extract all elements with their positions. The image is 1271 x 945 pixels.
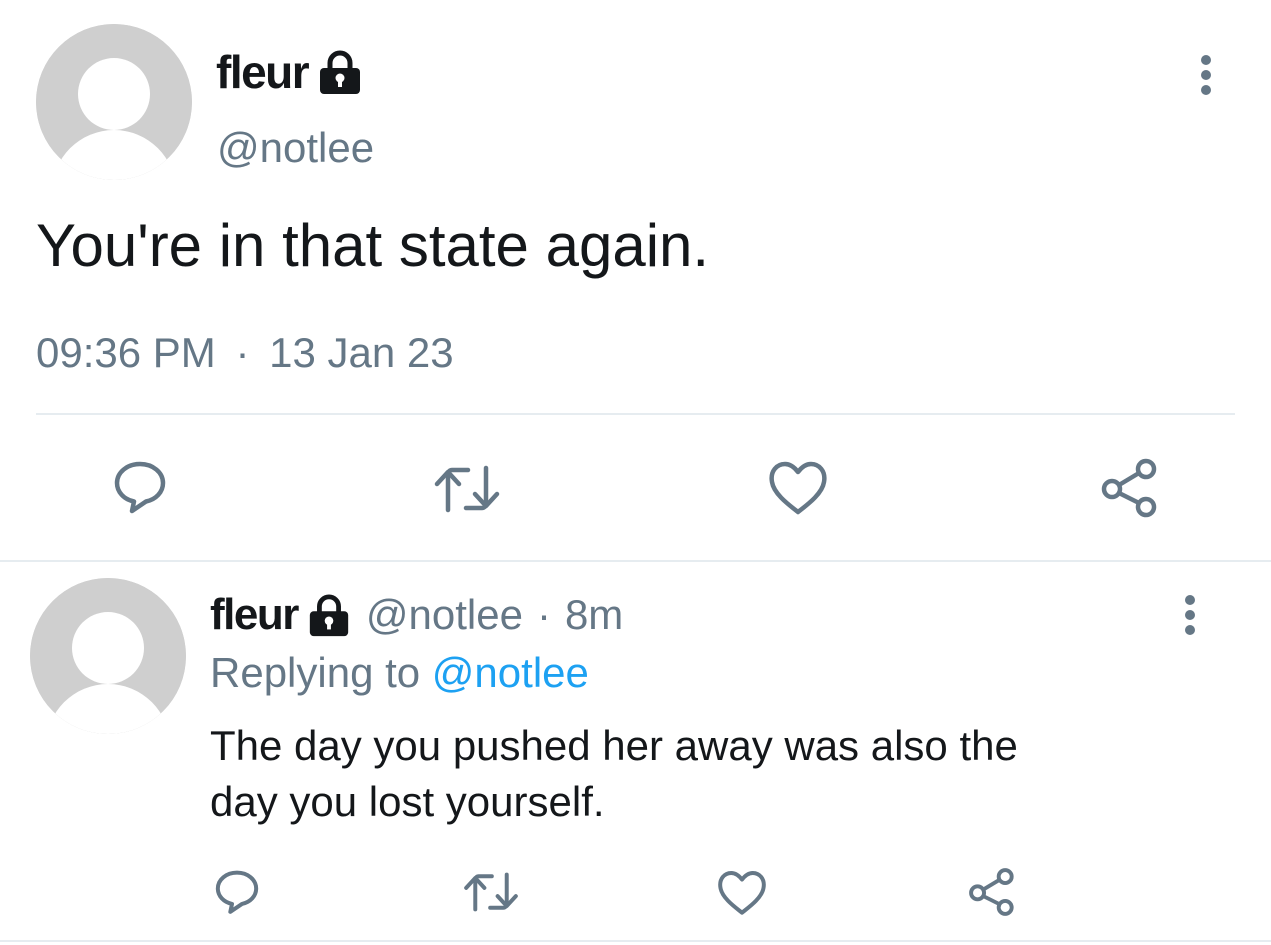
tweet-separator — [0, 560, 1271, 562]
reply-share-icon[interactable] — [966, 866, 1020, 918]
main-avatar[interactable] — [36, 24, 192, 180]
replying-to-handle[interactable]: @notlee — [432, 649, 589, 696]
main-time: 09:36 PM — [36, 329, 216, 376]
main-timestamp[interactable]: 09:36 PM · 13 Jan 23 — [36, 326, 454, 380]
reply-age: 8m — [564, 591, 624, 638]
main-share-icon[interactable] — [1098, 456, 1164, 520]
lock-icon — [316, 49, 364, 97]
reply-text-line2: day you lost yourself. — [210, 778, 605, 825]
bottom-divider — [0, 940, 1271, 942]
main-tweet-text: You're in that state again. — [36, 212, 710, 279]
main-author: fleur — [216, 42, 364, 102]
main-retweet-icon[interactable] — [432, 460, 502, 518]
main-reply-icon[interactable] — [110, 456, 170, 516]
reply-header: fleur @notlee · 8m — [210, 586, 623, 644]
reply-dot: · — [536, 591, 551, 638]
replying-to: Replying to @notlee — [210, 646, 589, 700]
more-vert-icon[interactable] — [1174, 592, 1206, 638]
more-vert-icon[interactable] — [1190, 52, 1222, 98]
main-time-separator: · — [235, 329, 250, 376]
avatar-placeholder-icon — [30, 578, 186, 734]
main-like-icon[interactable] — [766, 458, 830, 516]
reply-reply-icon[interactable] — [212, 866, 262, 916]
reply-text-line1: The day you pushed her away was also the — [210, 722, 1018, 769]
reply-like-icon[interactable] — [715, 868, 769, 916]
main-divider — [36, 413, 1235, 415]
main-handle[interactable]: @notlee — [217, 122, 374, 174]
reply-retweet-icon[interactable] — [462, 868, 520, 916]
main-display-name[interactable]: fleur — [216, 45, 310, 99]
reply-display-name[interactable]: fleur — [210, 590, 299, 640]
avatar-placeholder-icon — [36, 24, 192, 180]
reply-text: The day you pushed her away was also the… — [210, 718, 1018, 830]
replying-to-prefix: Replying to — [210, 649, 421, 696]
reply-avatar[interactable] — [30, 578, 186, 734]
lock-icon — [306, 593, 352, 639]
main-date: 13 Jan 23 — [269, 329, 454, 376]
reply-handle[interactable]: @notlee — [366, 591, 523, 639]
